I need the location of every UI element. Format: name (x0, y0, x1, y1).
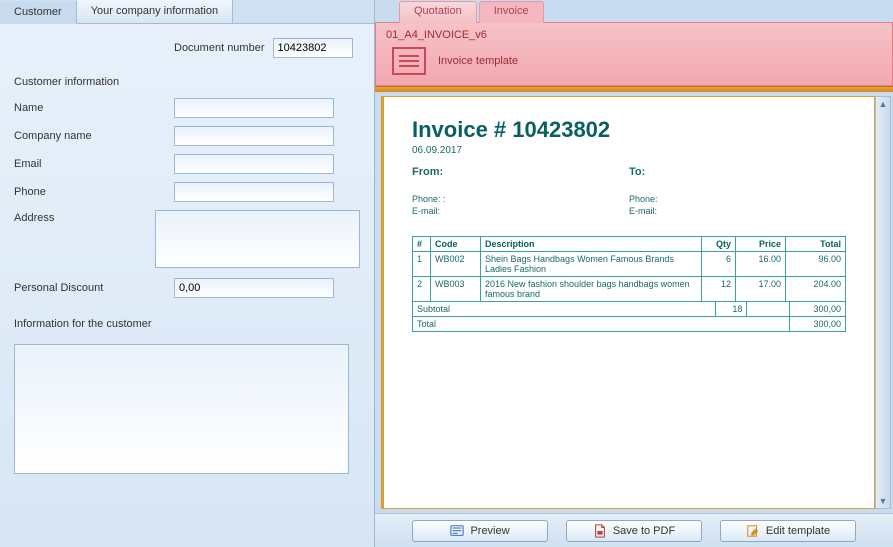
phone-label: Phone (14, 186, 174, 198)
invoice-title: Invoice # 10423802 (412, 117, 846, 143)
preview-icon (450, 524, 464, 538)
tab-quotation[interactable]: Quotation (399, 1, 477, 23)
document-number-label: Document number (174, 42, 265, 54)
tab-customer[interactable]: Customer (0, 1, 77, 24)
preview-button-label: Preview (470, 525, 509, 537)
left-panel: Customer Your company information Docume… (0, 0, 375, 547)
col-price: Price (736, 237, 786, 252)
subtotal-amount: 300,00 (790, 302, 846, 317)
template-icon (392, 47, 426, 75)
col-code: Code (431, 237, 481, 252)
to-label: To: (629, 166, 645, 178)
phone-input[interactable] (174, 182, 334, 202)
scroll-up-icon[interactable]: ▲ (876, 97, 890, 111)
discount-input[interactable] (174, 278, 334, 298)
to-phone-label: Phone: (629, 194, 658, 204)
table-row: 1WB002Shein Bags Handbags Women Famous B… (413, 252, 846, 277)
tab-company-info[interactable]: Your company information (77, 0, 233, 23)
right-tabs: Quotation Invoice (375, 0, 893, 22)
col-number: # (413, 237, 431, 252)
right-panel: Quotation Invoice 01_A4_INVOICE_v6 Invoi… (375, 0, 893, 547)
pdf-icon (593, 524, 607, 538)
email-input[interactable] (174, 154, 334, 174)
table-row: 2WB0032016 New fashion shoulder bags han… (413, 277, 846, 302)
edit-template-button-label: Edit template (766, 525, 830, 537)
vertical-scrollbar[interactable]: ▲ ▼ (875, 96, 891, 509)
address-input[interactable] (155, 210, 360, 268)
subtotal-label: Subtotal (413, 302, 716, 317)
info-for-customer-heading: Information for the customer (14, 318, 360, 330)
template-file-name: 01_A4_INVOICE_v6 (386, 29, 882, 41)
button-bar: Preview Save to PDF Edit template (375, 513, 893, 547)
left-tabs: Customer Your company information (0, 0, 374, 24)
company-label: Company name (14, 130, 174, 142)
col-qty: Qty (702, 237, 736, 252)
preview-button[interactable]: Preview (412, 520, 548, 542)
from-label: From: (412, 166, 443, 178)
invoice-table: # Code Description Qty Price Total 1WB00… (412, 236, 846, 302)
subtotal-qty: 18 (716, 302, 747, 317)
scroll-down-icon[interactable]: ▼ (876, 494, 890, 508)
save-pdf-button[interactable]: Save to PDF (566, 520, 702, 542)
col-total: Total (786, 237, 846, 252)
name-input[interactable] (174, 98, 334, 118)
save-pdf-button-label: Save to PDF (613, 525, 675, 537)
customer-info-heading: Customer information (14, 76, 360, 88)
total-label: Total (413, 317, 790, 332)
from-phone-label: Phone: (412, 194, 441, 204)
template-label: Invoice template (438, 55, 518, 67)
address-label: Address (14, 210, 155, 224)
document-number-input[interactable] (273, 38, 353, 58)
total-amount: 300,00 (790, 317, 846, 332)
col-description: Description (481, 237, 702, 252)
template-header: 01_A4_INVOICE_v6 Invoice template (375, 22, 893, 86)
invoice-date: 06.09.2017 (412, 145, 846, 156)
edit-icon (746, 524, 760, 538)
from-email-label: E-mail: (412, 206, 440, 216)
invoice-preview: Invoice # 10423802 06.09.2017 From: To: … (381, 96, 875, 509)
email-label: Email (14, 158, 174, 170)
form-area: Document number Customer information Nam… (0, 24, 374, 547)
to-email-label: E-mail: (629, 206, 657, 216)
tab-invoice[interactable]: Invoice (479, 1, 544, 23)
company-input[interactable] (174, 126, 334, 146)
name-label: Name (14, 102, 174, 114)
discount-label: Personal Discount (14, 282, 174, 294)
edit-template-button[interactable]: Edit template (720, 520, 856, 542)
info-for-customer-input[interactable] (14, 344, 349, 474)
